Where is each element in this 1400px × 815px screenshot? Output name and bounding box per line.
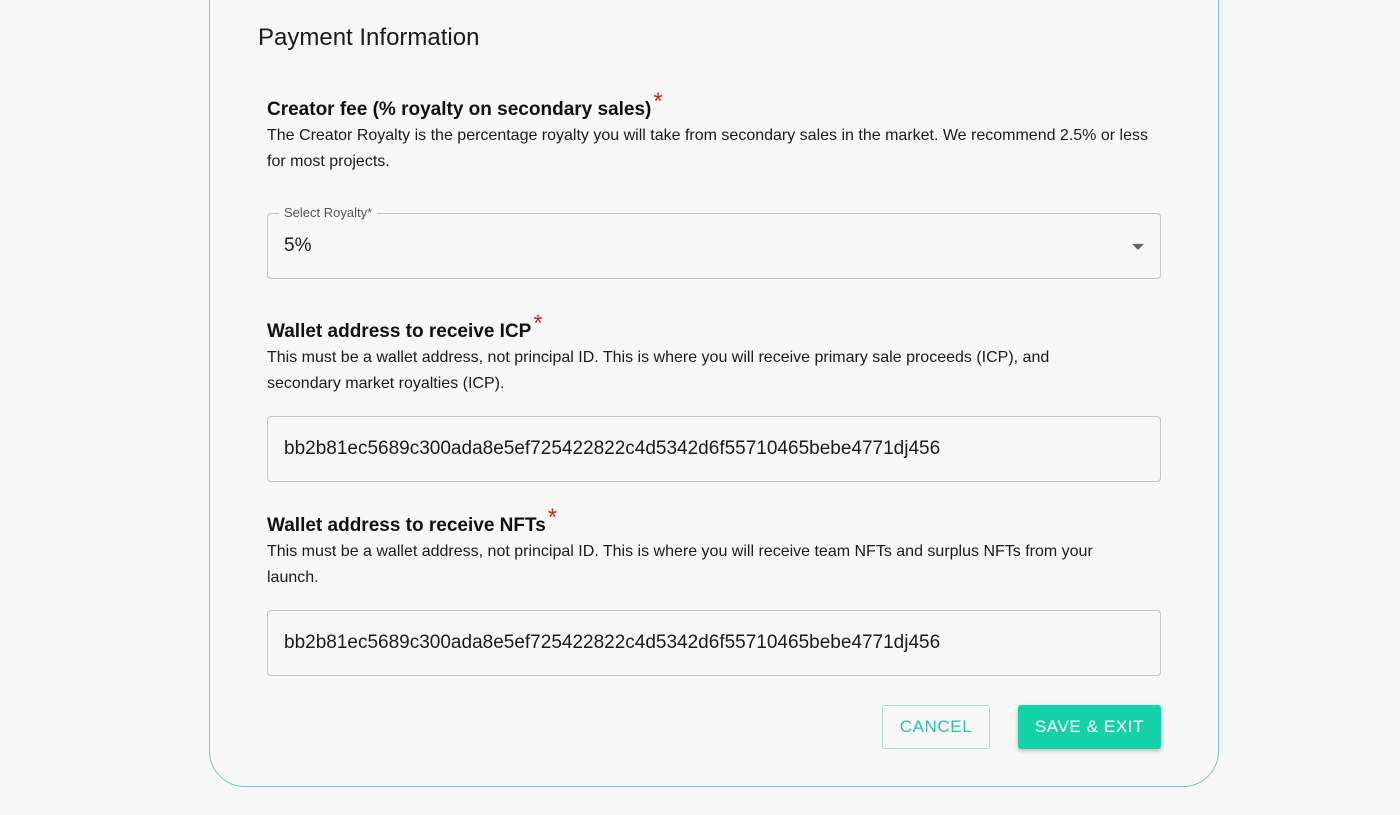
icp-wallet-heading: Wallet address to receive ICP* xyxy=(267,310,543,344)
required-mark: * xyxy=(547,504,558,531)
royalty-select-value: 5% xyxy=(284,235,312,256)
royalty-select-label-text: Select Royalty xyxy=(284,205,368,220)
icp-wallet-value: bb2b81ec5689c300ada8e5ef725422822c4d5342… xyxy=(284,438,941,459)
required-mark: * xyxy=(533,310,543,337)
required-mark: * xyxy=(653,88,663,115)
nft-wallet-input[interactable]: bb2b81ec5689c300ada8e5ef725422822c4d5342… xyxy=(267,610,1161,676)
royalty-heading-text: Creator fee (% royalty on secondary sale… xyxy=(267,99,652,120)
royalty-select[interactable]: Select Royalty* 5% xyxy=(267,205,1161,279)
chevron-down-icon[interactable] xyxy=(1132,243,1144,250)
royalty-select-required: * xyxy=(367,205,373,220)
nft-wallet-heading: Wallet address to receive NFTs* xyxy=(267,504,557,538)
royalty-select-label: Select Royalty* xyxy=(279,205,378,221)
royalty-heading: Creator fee (% royalty on secondary sale… xyxy=(267,88,663,122)
section-title: Payment Information xyxy=(258,24,480,51)
icp-wallet-heading-text: Wallet address to receive ICP xyxy=(267,321,532,342)
nft-wallet-value: bb2b81ec5689c300ada8e5ef725422822c4d5342… xyxy=(284,632,941,653)
cancel-button[interactable]: CANCEL xyxy=(882,705,990,749)
nft-wallet-description: This must be a wallet address, not princ… xyxy=(267,543,1093,586)
save-exit-button[interactable]: SAVE & EXIT xyxy=(1018,705,1161,749)
icp-wallet-description: This must be a wallet address, not princ… xyxy=(267,349,1050,392)
icp-wallet-input[interactable]: bb2b81ec5689c300ada8e5ef725422822c4d5342… xyxy=(267,416,1161,482)
royalty-description: The Creator Royalty is the percentage ro… xyxy=(267,127,1148,170)
nft-wallet-heading-text: Wallet address to receive NFTs xyxy=(267,515,546,536)
